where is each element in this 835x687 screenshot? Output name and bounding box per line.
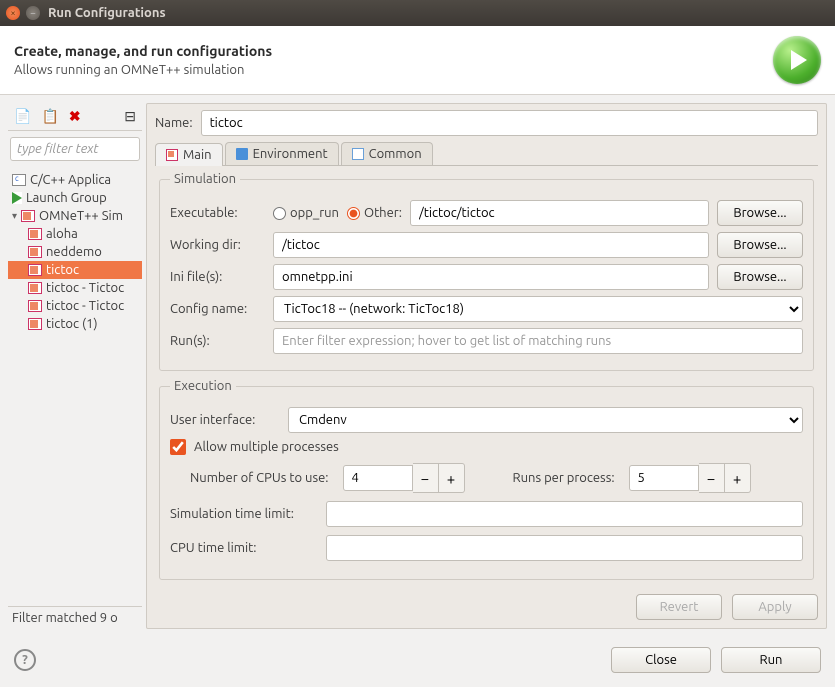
- user-interface-label: User interface:: [170, 413, 280, 427]
- browse-working-dir-button[interactable]: Browse...: [717, 232, 803, 258]
- expand-arrow-icon[interactable]: ▾: [12, 210, 17, 222]
- cpus-stepper[interactable]: − +: [343, 463, 465, 493]
- window-titlebar: × – Run Configurations: [0, 0, 835, 26]
- tree-item-tictoc[interactable]: tictoc: [8, 261, 142, 279]
- c-app-icon: [12, 174, 26, 186]
- window-title: Run Configurations: [48, 6, 166, 20]
- tab-main[interactable]: Main: [155, 143, 223, 166]
- cpus-minus-button[interactable]: −: [413, 463, 439, 493]
- working-dir-input[interactable]: [273, 232, 709, 258]
- sim-time-limit-input[interactable]: [326, 501, 803, 527]
- simulation-group: Simulation Executable: opp_run Other: Br…: [159, 172, 814, 371]
- cpu-time-limit-label: CPU time limit:: [170, 541, 318, 555]
- cpus-label: Number of CPUs to use:: [190, 471, 329, 485]
- config-tree[interactable]: C/C++ Applica Launch Group ▾OMNeT++ Sim …: [8, 167, 142, 606]
- execution-legend: Execution: [170, 379, 236, 393]
- tree-filter-input[interactable]: [10, 137, 140, 161]
- window-minimize-icon[interactable]: –: [26, 6, 40, 20]
- executable-label: Executable:: [170, 206, 265, 220]
- allow-multiple-checkbox[interactable]: [170, 439, 186, 455]
- execution-group: Execution User interface: Cmdenv Allow m…: [159, 379, 814, 580]
- simulation-legend: Simulation: [170, 172, 240, 186]
- ini-files-input[interactable]: [273, 264, 709, 290]
- config-icon: [28, 318, 42, 330]
- tab-common[interactable]: Common: [341, 142, 433, 165]
- sim-time-limit-label: Simulation time limit:: [170, 507, 318, 521]
- tree-item-neddemo[interactable]: neddemo: [8, 243, 142, 261]
- main-tab-icon: [166, 149, 178, 161]
- rpp-label: Runs per process:: [513, 471, 615, 485]
- rpp-input[interactable]: [629, 465, 699, 491]
- tab-bar: Main Environment Common: [155, 142, 818, 166]
- tree-item-launch-group[interactable]: Launch Group: [8, 189, 142, 207]
- tab-environment[interactable]: Environment: [225, 142, 339, 165]
- config-name-select[interactable]: TicToc18 -- (network: TicToc18): [273, 296, 803, 322]
- run-hero-icon: [773, 36, 821, 84]
- other-radio[interactable]: [347, 207, 360, 220]
- environment-tab-icon: [236, 148, 248, 160]
- revert-button[interactable]: Revert: [636, 594, 722, 620]
- executable-input[interactable]: [410, 200, 709, 226]
- cpus-plus-button[interactable]: +: [439, 463, 465, 493]
- common-tab-icon: [352, 148, 364, 160]
- config-icon: [28, 264, 42, 276]
- delete-config-icon[interactable]: ✖: [69, 108, 81, 125]
- new-config-icon[interactable]: 📄: [14, 108, 31, 125]
- rpp-plus-button[interactable]: +: [725, 463, 751, 493]
- opp-run-radio[interactable]: [273, 207, 286, 220]
- rpp-minus-button[interactable]: −: [699, 463, 725, 493]
- user-interface-select[interactable]: Cmdenv: [288, 407, 803, 433]
- browse-executable-button[interactable]: Browse...: [717, 200, 803, 226]
- launch-group-icon: [12, 192, 22, 204]
- runs-label: Run(s):: [170, 334, 265, 348]
- config-icon: [28, 228, 42, 240]
- working-dir-label: Working dir:: [170, 238, 265, 252]
- rpp-stepper[interactable]: − +: [629, 463, 751, 493]
- config-icon: [28, 282, 42, 294]
- config-icon: [28, 300, 42, 312]
- tree-item-omnet-sim[interactable]: ▾OMNeT++ Sim: [8, 207, 142, 225]
- tree-item-aloha[interactable]: aloha: [8, 225, 142, 243]
- config-editor-panel: Name: Main Environment Common Simulation…: [146, 103, 827, 629]
- help-icon[interactable]: ?: [14, 649, 36, 671]
- name-label: Name:: [155, 116, 193, 130]
- tree-item-tictoc-2[interactable]: tictoc - Tictoc: [8, 297, 142, 315]
- close-button[interactable]: Close: [611, 647, 711, 673]
- run-button[interactable]: Run: [721, 647, 821, 673]
- cpu-time-limit-input[interactable]: [326, 535, 803, 561]
- filter-status: Filter matched 9 o: [8, 606, 142, 629]
- cpus-input[interactable]: [343, 465, 413, 491]
- runs-input[interactable]: [273, 328, 803, 354]
- name-input[interactable]: [201, 110, 818, 136]
- duplicate-config-icon[interactable]: 📋: [41, 108, 58, 125]
- allow-multiple-label: Allow multiple processes: [194, 440, 339, 454]
- tree-item-tictoc-1[interactable]: tictoc - Tictoc: [8, 279, 142, 297]
- config-name-label: Config name:: [170, 302, 265, 316]
- dialog-footer: ? Close Run: [0, 637, 835, 683]
- window-close-icon[interactable]: ×: [6, 6, 20, 20]
- collapse-all-icon[interactable]: ⊟: [124, 108, 136, 125]
- config-tree-panel: 📄 📋 ✖ ⊟ C/C++ Applica Launch Group ▾OMNe…: [8, 103, 142, 629]
- tree-item-c-cpp[interactable]: C/C++ Applica: [8, 171, 142, 189]
- browse-ini-button[interactable]: Browse...: [717, 264, 803, 290]
- header-title: Create, manage, and run configurations: [14, 43, 773, 59]
- omnet-sim-icon: [21, 210, 35, 222]
- tree-toolbar: 📄 📋 ✖ ⊟: [8, 103, 142, 131]
- ini-files-label: Ini file(s):: [170, 270, 265, 284]
- tree-item-tictoc-paren[interactable]: tictoc (1): [8, 315, 142, 333]
- dialog-header: Create, manage, and run configurations A…: [0, 26, 835, 95]
- config-icon: [28, 246, 42, 258]
- apply-button[interactable]: Apply: [732, 594, 818, 620]
- header-subtitle: Allows running an OMNeT++ simulation: [14, 63, 773, 77]
